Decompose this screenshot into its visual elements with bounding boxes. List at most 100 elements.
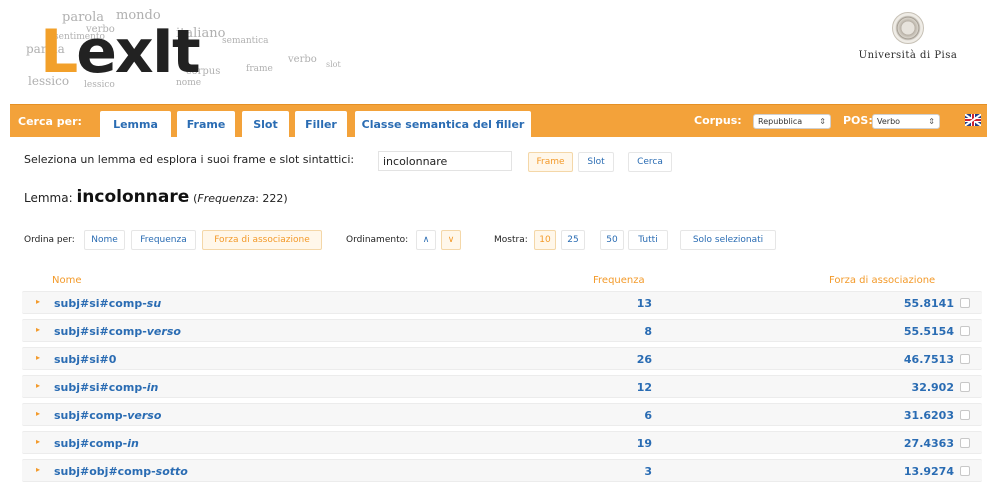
order-label: Ordinamento: bbox=[346, 235, 409, 245]
logo-part: It bbox=[151, 17, 201, 87]
lemma-search-input[interactable] bbox=[378, 151, 512, 171]
select-checkbox[interactable] bbox=[960, 326, 970, 336]
table-row[interactable]: ▸ subj#si#comp-verso 8 55.5154 bbox=[22, 319, 982, 342]
table-row[interactable]: ▸ subj#si#comp-in 12 32.902 bbox=[22, 375, 982, 398]
select-checkbox[interactable] bbox=[960, 438, 970, 448]
frame-frequency: 19 bbox=[636, 437, 652, 450]
show-10-button[interactable]: 10 bbox=[534, 230, 556, 250]
frequency-value: 222 bbox=[262, 192, 284, 205]
frame-name-suffix: in bbox=[146, 381, 159, 394]
select-arrow-icon: ⇕ bbox=[819, 117, 826, 126]
frame-association: 13.9274 bbox=[903, 465, 954, 478]
corpus-value: Repubblica bbox=[758, 117, 803, 126]
frame-association: 32.902 bbox=[911, 381, 954, 394]
tab-slot[interactable]: Slot bbox=[242, 111, 289, 138]
cloud-word: verbo bbox=[288, 54, 317, 65]
frame-association: 46.7513 bbox=[903, 353, 954, 366]
frame-frequency: 12 bbox=[636, 381, 652, 394]
corpus-label: Corpus: bbox=[694, 114, 742, 127]
pos-value: Verbo bbox=[877, 117, 901, 126]
frame-name-suffix: verso bbox=[146, 325, 181, 338]
expand-arrow-icon[interactable]: ▸ bbox=[36, 437, 40, 446]
frame-frequency: 6 bbox=[644, 409, 652, 422]
tab-semantic-class[interactable]: Classe semantica del filler bbox=[355, 111, 531, 138]
frame-name-suffix: verso bbox=[127, 409, 162, 422]
frame-frequency: 3 bbox=[644, 465, 652, 478]
expand-arrow-icon[interactable]: ▸ bbox=[36, 465, 40, 474]
frame-name[interactable]: subj#si#comp-in bbox=[54, 381, 158, 394]
select-checkbox[interactable] bbox=[960, 382, 970, 392]
expand-arrow-icon[interactable]: ▸ bbox=[36, 353, 40, 362]
frequency-label: Frequenza bbox=[197, 192, 256, 205]
frame-name[interactable]: subj#obj#comp-sotto bbox=[54, 465, 188, 478]
expand-arrow-icon[interactable]: ▸ bbox=[36, 381, 40, 390]
frame-name-prefix: subj#si#comp- bbox=[54, 297, 147, 310]
frame-frequency: 26 bbox=[636, 353, 652, 366]
frame-association: 55.5154 bbox=[903, 325, 954, 338]
frame-name-prefix: subj#si#comp- bbox=[54, 381, 147, 394]
logo-part: ex bbox=[76, 17, 153, 87]
pos-label: POS: bbox=[843, 114, 873, 127]
university-logo[interactable]: Università di Pisa bbox=[853, 12, 963, 61]
cloud-word: slot bbox=[326, 60, 341, 69]
select-checkbox[interactable] bbox=[960, 410, 970, 420]
select-checkbox[interactable] bbox=[960, 354, 970, 364]
slot-button[interactable]: Slot bbox=[578, 152, 614, 172]
only-selected-button[interactable]: Solo selezionati bbox=[680, 230, 776, 250]
tab-filler[interactable]: Filler bbox=[295, 111, 347, 138]
expand-arrow-icon[interactable]: ▸ bbox=[36, 409, 40, 418]
uk-flag-icon[interactable] bbox=[965, 114, 981, 126]
table-row[interactable]: ▸ subj#si#comp-su 13 55.8141 bbox=[22, 291, 982, 314]
university-seal-icon bbox=[892, 12, 924, 44]
select-checkbox[interactable] bbox=[960, 466, 970, 476]
tab-lemma[interactable]: Lemma bbox=[100, 111, 171, 138]
cloud-word: frame bbox=[246, 64, 273, 74]
table-row[interactable]: ▸ subj#comp-in 19 27.4363 bbox=[22, 431, 982, 454]
order-ascending-button[interactable]: ∧ bbox=[416, 230, 436, 250]
frame-name[interactable]: subj#si#comp-su bbox=[54, 297, 161, 310]
sort-by-name-button[interactable]: Nome bbox=[84, 230, 125, 250]
frame-association: 55.8141 bbox=[903, 297, 954, 310]
frame-button[interactable]: Frame bbox=[528, 152, 573, 172]
frame-name-prefix: subj#si#comp- bbox=[54, 325, 147, 338]
pos-select[interactable]: Verbo ⇕ bbox=[872, 114, 940, 129]
show-all-button[interactable]: Tutti bbox=[628, 230, 668, 250]
column-header-frequency[interactable]: Frequenza bbox=[593, 275, 645, 286]
search-by-label: Cerca per: bbox=[18, 115, 82, 128]
select-arrow-icon: ⇕ bbox=[928, 117, 935, 126]
university-name: Università di Pisa bbox=[858, 50, 958, 61]
frame-association: 27.4363 bbox=[903, 437, 954, 450]
lexit-logo[interactable]: LexIt bbox=[40, 22, 201, 82]
frame-name-suffix: sotto bbox=[155, 465, 188, 478]
show-25-button[interactable]: 25 bbox=[561, 230, 585, 250]
frame-name[interactable]: subj#si#0 bbox=[54, 353, 116, 366]
frame-name[interactable]: subj#comp-in bbox=[54, 437, 139, 450]
cloud-word: semantica bbox=[222, 36, 269, 46]
frame-name[interactable]: subj#si#comp-verso bbox=[54, 325, 181, 338]
sort-by-frequency-button[interactable]: Frequenza bbox=[131, 230, 196, 250]
order-descending-button[interactable]: ∨ bbox=[441, 230, 461, 250]
show-50-button[interactable]: 50 bbox=[600, 230, 624, 250]
table-row[interactable]: ▸ subj#comp-verso 6 31.6203 bbox=[22, 403, 982, 426]
column-header-association[interactable]: Forza di associazione bbox=[829, 275, 935, 286]
column-header-name[interactable]: Nome bbox=[52, 275, 82, 286]
page-header: parola mondo parola verbo sentimento ita… bbox=[0, 0, 987, 103]
tab-frame[interactable]: Frame bbox=[177, 111, 235, 138]
frame-name-suffix: su bbox=[146, 297, 162, 310]
frame-name-prefix: subj#comp- bbox=[54, 409, 128, 422]
table-row[interactable]: ▸ subj#obj#comp-sotto 3 13.9274 bbox=[22, 459, 982, 482]
frame-name-suffix: in bbox=[127, 437, 139, 450]
corpus-select[interactable]: Repubblica ⇕ bbox=[753, 114, 831, 129]
table-row[interactable]: ▸ subj#si#0 26 46.7513 bbox=[22, 347, 982, 370]
lemma-frequency: (Frequenza: 222) bbox=[193, 192, 288, 205]
sort-by-association-button[interactable]: Forza di associazione bbox=[202, 230, 322, 250]
frame-name-prefix: subj#comp- bbox=[54, 437, 128, 450]
expand-arrow-icon[interactable]: ▸ bbox=[36, 325, 40, 334]
lemma-word: incolonnare bbox=[76, 187, 190, 207]
search-prompt: Seleziona un lemma ed esplora i suoi fra… bbox=[24, 153, 355, 166]
expand-arrow-icon[interactable]: ▸ bbox=[36, 297, 40, 306]
select-checkbox[interactable] bbox=[960, 298, 970, 308]
frame-name[interactable]: subj#comp-verso bbox=[54, 409, 161, 422]
search-button[interactable]: Cerca bbox=[628, 152, 672, 172]
frame-frequency: 13 bbox=[636, 297, 652, 310]
